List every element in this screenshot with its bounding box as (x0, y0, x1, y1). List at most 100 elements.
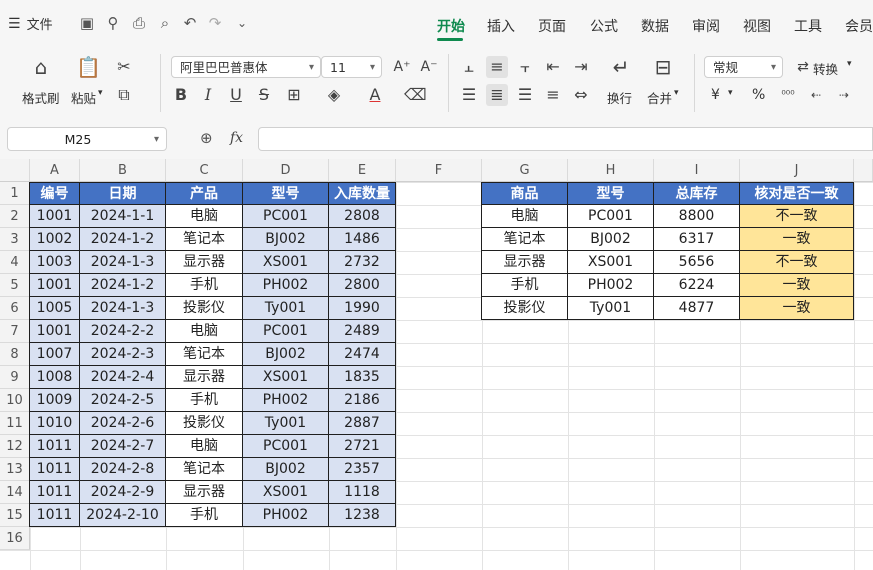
decrease-font-icon[interactable]: A⁻ (418, 56, 440, 78)
increase-font-icon[interactable]: A⁺ (391, 56, 413, 78)
wrap-text-icon[interactable]: ↵ (610, 56, 632, 78)
name-box[interactable]: M25 ▾ (7, 127, 167, 151)
column-header[interactable]: D (243, 159, 329, 182)
date-cell[interactable]: 2024-2-3 (80, 343, 166, 366)
row-header[interactable]: 13 (0, 458, 30, 481)
formula-input[interactable] (258, 127, 873, 151)
column-header[interactable]: E (329, 159, 396, 182)
column-header[interactable] (854, 159, 873, 182)
row-header[interactable]: 1 (0, 182, 30, 205)
column-header[interactable]: G (482, 159, 568, 182)
id-cell[interactable]: 1011 (29, 458, 80, 481)
zoom-lookup-icon[interactable]: ⊕ (200, 129, 213, 147)
more-chevron-icon[interactable]: ⌄ (233, 14, 251, 32)
quantity-cell[interactable]: 2357 (329, 458, 396, 481)
model-cell[interactable]: PC001 (568, 205, 654, 228)
model-cell[interactable]: BJ002 (243, 343, 329, 366)
currency-format-button[interactable]: ¥ (711, 87, 720, 103)
row-header[interactable]: 8 (0, 343, 30, 366)
column-header[interactable]: C (166, 159, 243, 182)
model-cell[interactable]: PC001 (243, 205, 329, 228)
row-header[interactable]: 16 (0, 527, 30, 550)
model-cell[interactable]: PH002 (243, 504, 329, 527)
quantity-cell[interactable]: 2721 (329, 435, 396, 458)
column-header[interactable]: H (568, 159, 654, 182)
product-cell[interactable]: 手机 (166, 504, 243, 527)
print-preview-icon[interactable]: ⌕ (156, 14, 174, 32)
quantity-cell[interactable]: 1238 (329, 504, 396, 527)
check-result-cell[interactable]: 一致 (740, 297, 854, 320)
column-header[interactable]: I (654, 159, 740, 182)
row-header[interactable]: 7 (0, 320, 30, 343)
table-header-cell[interactable]: 产品 (166, 182, 243, 205)
tab-home[interactable]: 开始 (437, 16, 465, 36)
align-right-icon[interactable]: ☰ (514, 84, 536, 106)
bold-icon[interactable]: B (170, 84, 192, 106)
quantity-cell[interactable]: 1118 (329, 481, 396, 504)
underline-icon[interactable]: U (225, 84, 247, 106)
share-icon[interactable]: ⚲ (104, 14, 122, 32)
product-cell[interactable]: 电脑 (166, 320, 243, 343)
date-cell[interactable]: 2024-1-3 (80, 297, 166, 320)
row-header[interactable]: 4 (0, 251, 30, 274)
decrease-decimal-icon[interactable]: ⇢ (833, 84, 855, 106)
product-cell[interactable]: 笔记本 (166, 458, 243, 481)
table-header-cell[interactable]: 核对是否一致 (740, 182, 854, 205)
model-cell[interactable]: PH002 (568, 274, 654, 297)
justify-icon[interactable]: ≡ (542, 84, 564, 106)
total-stock-cell[interactable]: 8800 (654, 205, 740, 228)
clear-format-icon[interactable]: ⌫ (404, 84, 427, 106)
date-cell[interactable]: 2024-1-2 (80, 228, 166, 251)
align-bottom-icon[interactable]: ⫟ (514, 56, 536, 78)
merge-dropdown-icon[interactable]: ▾ (674, 88, 679, 98)
print-icon[interactable]: ⎙ (130, 14, 148, 32)
date-cell[interactable]: 2024-2-6 (80, 412, 166, 435)
tab-review[interactable]: 审阅 (692, 16, 720, 36)
total-stock-cell[interactable]: 6224 (654, 274, 740, 297)
convert-label[interactable]: 转换 (813, 59, 838, 78)
model-cell[interactable]: BJ002 (243, 458, 329, 481)
table-header-cell[interactable]: 型号 (243, 182, 329, 205)
row-header[interactable]: 5 (0, 274, 30, 297)
merge-cells-label[interactable]: 合并 (647, 88, 672, 107)
id-cell[interactable]: 1008 (29, 366, 80, 389)
row-header[interactable]: 11 (0, 412, 30, 435)
align-left-icon[interactable]: ☰ (458, 84, 480, 106)
model-cell[interactable]: PH002 (243, 274, 329, 297)
model-cell[interactable]: Ty001 (243, 297, 329, 320)
function-icon[interactable]: fx (230, 130, 243, 146)
paste-dropdown-icon[interactable]: ▾ (98, 88, 103, 98)
total-stock-cell[interactable]: 5656 (654, 251, 740, 274)
date-cell[interactable]: 2024-2-4 (80, 366, 166, 389)
product-cell[interactable]: 手机 (166, 274, 243, 297)
id-cell[interactable]: 1005 (29, 297, 80, 320)
wrap-text-label[interactable]: 换行 (607, 88, 632, 107)
id-cell[interactable]: 1001 (29, 274, 80, 297)
distributed-align-icon[interactable]: ⇔ (570, 84, 592, 106)
id-cell[interactable]: 1011 (29, 504, 80, 527)
table-header-cell[interactable]: 日期 (80, 182, 166, 205)
total-stock-cell[interactable]: 4877 (654, 297, 740, 320)
convert-icon[interactable]: ⇄ (792, 56, 814, 78)
id-cell[interactable]: 1011 (29, 435, 80, 458)
product-cell[interactable]: 手机 (481, 274, 568, 297)
date-cell[interactable]: 2024-1-1 (80, 205, 166, 228)
product-cell[interactable]: 显示器 (166, 481, 243, 504)
date-cell[interactable]: 2024-2-5 (80, 389, 166, 412)
model-cell[interactable]: BJ002 (568, 228, 654, 251)
product-cell[interactable]: 手机 (166, 389, 243, 412)
product-cell[interactable]: 投影仪 (481, 297, 568, 320)
quantity-cell[interactable]: 1835 (329, 366, 396, 389)
convert-dropdown-icon[interactable]: ▾ (847, 59, 852, 69)
file-menu[interactable]: ☰ 文件 (8, 14, 53, 34)
tab-formula[interactable]: 公式 (590, 16, 618, 36)
product-cell[interactable]: 电脑 (166, 435, 243, 458)
product-cell[interactable]: 笔记本 (166, 343, 243, 366)
product-cell[interactable]: 显示器 (166, 366, 243, 389)
row-header[interactable]: 12 (0, 435, 30, 458)
row-header[interactable]: 9 (0, 366, 30, 389)
quantity-cell[interactable]: 2808 (329, 205, 396, 228)
date-cell[interactable]: 2024-2-9 (80, 481, 166, 504)
date-cell[interactable]: 2024-2-2 (80, 320, 166, 343)
save-icon[interactable]: ▣ (78, 14, 96, 32)
